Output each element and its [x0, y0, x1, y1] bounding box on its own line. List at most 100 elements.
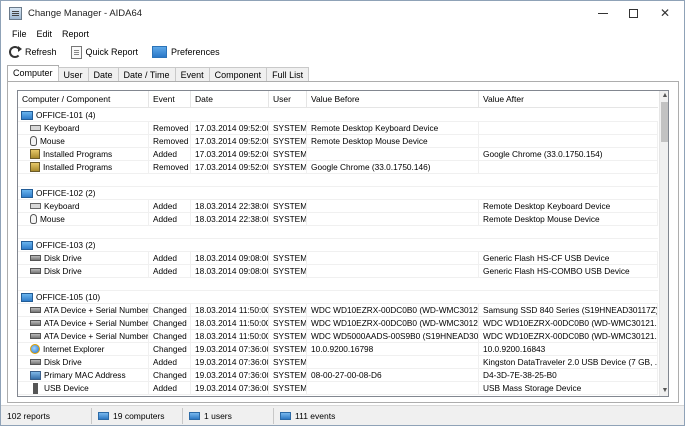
status-events: 111 events	[274, 408, 394, 424]
component-cell: Keyboard	[18, 200, 149, 213]
group-row[interactable]: OFFICE-101 (4)	[18, 109, 658, 122]
column-header-date[interactable]: Date	[191, 91, 269, 108]
date-cell: 18.03.2014 11:50:00	[191, 317, 269, 330]
tab-date[interactable]: Date	[87, 67, 119, 81]
component-cell: Disk Drive	[18, 265, 149, 278]
user-cell: SYSTEM	[269, 122, 307, 135]
tab-panel: Computer / Component Event Date User Val…	[7, 81, 679, 403]
scroll-up-icon[interactable]: ▲	[660, 91, 668, 101]
scroll-down-icon[interactable]: ▼	[660, 386, 668, 396]
user-cell: SYSTEM	[269, 148, 307, 161]
tab-date-time[interactable]: Date / Time	[117, 67, 176, 81]
table-row[interactable]: Mouse Added 18.03.2014 22:38:00 SYSTEM Remot…	[18, 213, 658, 226]
group-cell: OFFICE-105 (10)	[18, 291, 658, 304]
group-row[interactable]: OFFICE-103 (2)	[18, 239, 658, 252]
column-header-user[interactable]: User	[269, 91, 307, 108]
quick-report-label: Quick Report	[85, 47, 139, 57]
disk-drive-icon	[30, 268, 41, 274]
user-cell: SYSTEM	[269, 343, 307, 356]
vertical-scrollbar[interactable]: ▲ ▼	[659, 91, 668, 396]
menu-bar: File Edit Report	[1, 25, 684, 42]
date-cell: 18.03.2014 09:08:00	[191, 265, 269, 278]
close-button[interactable]: ✕	[650, 1, 680, 25]
table-row[interactable]: Keyboard Added 18.03.2014 22:38:00 SYSTEM Re…	[18, 200, 658, 213]
user-cell: SYSTEM	[269, 356, 307, 369]
column-header-value-before[interactable]: Value Before	[307, 91, 479, 108]
refresh-button[interactable]: Refresh	[9, 46, 57, 58]
event-cell: Added	[149, 213, 191, 226]
tab-user[interactable]: User	[57, 67, 89, 81]
column-header-value-after[interactable]: Value After	[479, 91, 658, 108]
keyboard-icon	[30, 125, 41, 131]
component-cell: Primary MAC Address	[18, 369, 149, 382]
event-cell: Added	[149, 265, 191, 278]
date-cell: 19.03.2014 07:36:00	[191, 343, 269, 356]
user-cell: SYSTEM	[269, 382, 307, 395]
quick-report-button[interactable]: Quick Report	[70, 45, 139, 59]
table-row[interactable]: Disk Drive Added 19.03.2014 07:36:00 SYSTEM…	[18, 356, 658, 369]
table-row[interactable]: Disk Drive Added 18.03.2014 09:08:00 SYSTEM…	[18, 252, 658, 265]
table-row[interactable]: Keyboard Removed 17.03.2014 09:52:00 SYSTEM…	[18, 122, 658, 135]
maximize-button[interactable]	[618, 1, 648, 25]
component-name: Mouse	[40, 213, 65, 224]
table-row[interactable]: Primary MAC Address Changed 19.03.2014 07:…	[18, 369, 658, 382]
table-row[interactable]: Installed Programs Added 17.03.2014 09:52:…	[18, 148, 658, 161]
tab-full-list[interactable]: Full List	[266, 67, 310, 81]
close-icon: ✕	[659, 6, 671, 20]
scroll-thumb[interactable]	[661, 102, 668, 142]
value-after-cell: 10.0.9200.16843	[479, 343, 658, 356]
component-cell: ATA Device + Serial Number	[18, 304, 149, 317]
value-after-cell	[479, 161, 658, 174]
group-name: OFFICE-103 (2)	[36, 240, 96, 250]
date-cell: 17.03.2014 09:52:00	[191, 135, 269, 148]
component-cell: USB Device	[18, 382, 149, 395]
value-after-cell: Generic Flash HS-CF USB Device	[479, 252, 658, 265]
value-after-cell: USB Mass Storage Device	[479, 382, 658, 395]
tab-component[interactable]: Component	[208, 67, 268, 81]
table-row[interactable]: Disk Drive Added 18.03.2014 09:08:00 SYSTEM…	[18, 265, 658, 278]
table-row[interactable]: ATA Device + Serial Number Changed 18.03.2…	[18, 330, 658, 343]
preferences-icon	[152, 46, 168, 58]
menu-report[interactable]: Report	[57, 29, 94, 39]
preferences-button[interactable]: Preferences	[152, 46, 220, 58]
table-row[interactable]: Internet Explorer Changed 19.03.2014 07:36…	[18, 343, 658, 356]
group-name: OFFICE-102 (2)	[36, 188, 96, 198]
minimize-button[interactable]	[588, 1, 618, 25]
value-after-cell: Google Chrome (33.0.1750.154)	[479, 148, 658, 161]
refresh-icon	[9, 46, 22, 58]
group-row[interactable]: OFFICE-102 (2)	[18, 187, 658, 200]
blank-row	[18, 226, 658, 239]
refresh-label: Refresh	[25, 47, 57, 57]
blank-cell	[18, 278, 658, 291]
event-cell: Changed	[149, 330, 191, 343]
value-after-cell: Remote Desktop Keyboard Device	[479, 200, 658, 213]
menu-file[interactable]: File	[7, 29, 32, 39]
date-cell: 18.03.2014 11:50:00	[191, 330, 269, 343]
table-row[interactable]: ATA Device + Serial Number Changed 18.03.2…	[18, 317, 658, 330]
component-name: Disk Drive	[44, 265, 82, 276]
component-cell: ATA Device + Serial Number	[18, 317, 149, 330]
user-cell: SYSTEM	[269, 304, 307, 317]
value-after-cell	[479, 135, 658, 148]
value-before-cell	[307, 213, 479, 226]
value-before-cell: Google Chrome (33.0.1750.146)	[307, 161, 479, 174]
component-cell: Keyboard	[18, 122, 149, 135]
value-before-cell: 10.0.9200.16798	[307, 343, 479, 356]
value-before-cell: Remote Desktop Keyboard Device	[307, 122, 479, 135]
tab-computer[interactable]: Computer	[7, 65, 59, 81]
minimize-icon	[598, 12, 608, 14]
table-row[interactable]: Installed Programs Removed 17.03.2014 09:5…	[18, 161, 658, 174]
disk-drive-icon	[30, 320, 41, 326]
column-header-component[interactable]: Computer / Component	[18, 91, 149, 108]
keyboard-icon	[30, 203, 41, 209]
component-name: Disk Drive	[44, 356, 82, 367]
preferences-label: Preferences	[171, 47, 220, 57]
column-header-event[interactable]: Event	[149, 91, 191, 108]
table-row[interactable]: USB Device Added 19.03.2014 07:36:00 SYSTEM…	[18, 382, 658, 395]
group-row[interactable]: OFFICE-105 (10)	[18, 291, 658, 304]
table-row[interactable]: ATA Device + Serial Number Changed 18.03.2…	[18, 304, 658, 317]
user-cell: SYSTEM	[269, 200, 307, 213]
tab-event[interactable]: Event	[174, 67, 210, 81]
table-row[interactable]: Mouse Removed 17.03.2014 09:52:00 SYSTEM Rem…	[18, 135, 658, 148]
menu-edit[interactable]: Edit	[32, 29, 58, 39]
